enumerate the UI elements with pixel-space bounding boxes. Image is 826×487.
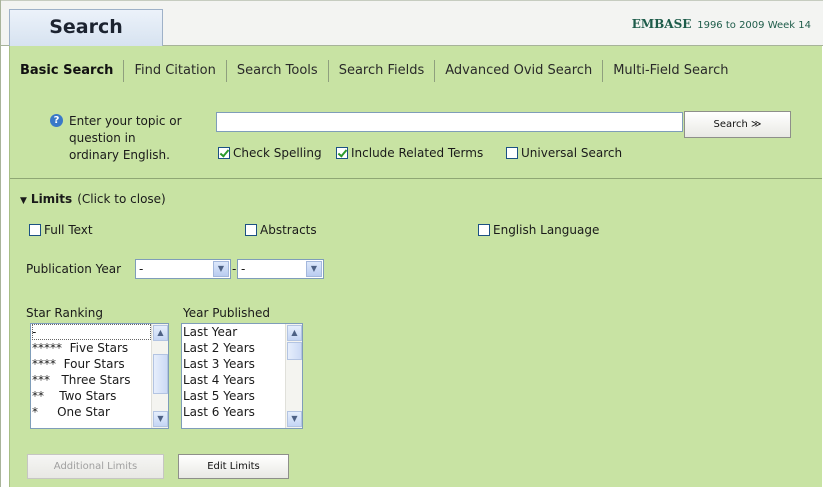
limits-heading: Limits	[30, 192, 73, 206]
year-range-separator: -	[232, 262, 237, 276]
tab-basic-search[interactable]: Basic Search	[10, 60, 123, 82]
list-item[interactable]: * One Star	[32, 404, 151, 420]
publication-year-to-select[interactable]: - ▼	[237, 259, 324, 279]
scroll-thumb[interactable]	[153, 354, 168, 394]
search-panel: Basic Search Find Citation Search Tools …	[9, 46, 822, 487]
english-language-checkbox[interactable]: English Language	[478, 223, 599, 237]
additional-limits-button[interactable]: Additional Limits	[27, 454, 164, 479]
chevron-down-icon[interactable]: ▼	[213, 261, 229, 277]
list-item[interactable]: ** Two Stars	[32, 388, 151, 404]
header-bar: Search EMBASE 1996 to 2009 Week 14	[1, 0, 823, 47]
checkbox-label: English Language	[493, 223, 600, 237]
checkbox-label: Abstracts	[260, 223, 317, 237]
page-title: Search	[9, 9, 163, 47]
include-related-terms-checkbox[interactable]: Include Related Terms	[336, 146, 483, 160]
search-prompt-line: Enter your topic or	[69, 114, 182, 128]
list-item[interactable]: ***** Five Stars	[32, 340, 151, 356]
list-item[interactable]: Last 5 Years	[183, 388, 285, 404]
checkbox-box[interactable]	[218, 147, 230, 159]
star-ranking-listbox[interactable]: - ***** Five Stars **** Four Stars *** T…	[30, 323, 169, 429]
chevron-up-icon[interactable]: ▲	[153, 325, 168, 341]
tab-find-citation[interactable]: Find Citation	[123, 60, 225, 82]
limits-toggle[interactable]: ▼ Limits (Click to close)	[20, 192, 166, 206]
list-item[interactable]: Last 3 Years	[183, 356, 285, 372]
scrollbar[interactable]: ▲ ▼	[285, 324, 302, 428]
triangle-down-icon: ▼	[20, 196, 27, 206]
chevron-up-icon[interactable]: ▲	[287, 325, 302, 341]
search-input[interactable]	[216, 112, 683, 132]
list-item[interactable]: *** Three Stars	[32, 372, 151, 388]
select-value: -	[241, 262, 246, 276]
search-prompt: Enter your topic or question in ordinary…	[69, 113, 219, 164]
tab-search-fields[interactable]: Search Fields	[327, 60, 435, 82]
list-item[interactable]: Last Year	[183, 324, 285, 340]
database-name: EMBASE	[631, 17, 692, 31]
listbox-options: Last Year Last 2 Years Last 3 Years Last…	[182, 324, 285, 420]
search-mode-tabs: Basic Search Find Citation Search Tools …	[10, 60, 738, 84]
list-item[interactable]: Last 2 Years	[183, 340, 285, 356]
limits-hint: (Click to close)	[77, 192, 166, 206]
year-published-listbox[interactable]: Last Year Last 2 Years Last 3 Years Last…	[181, 323, 303, 429]
check-spelling-checkbox[interactable]: Check Spelling	[218, 146, 322, 160]
checkbox-label: Check Spelling	[233, 146, 322, 160]
list-item[interactable]: Last 4 Years	[183, 372, 285, 388]
database-range: 1996 to 2009 Week 14	[697, 20, 811, 31]
tab-search-tools[interactable]: Search Tools	[225, 60, 328, 82]
scrollbar[interactable]: ▲ ▼	[151, 324, 168, 428]
list-item[interactable]: **** Four Stars	[32, 356, 151, 372]
tab-advanced-ovid-search[interactable]: Advanced Ovid Search	[434, 60, 602, 82]
list-item[interactable]: Last 6 Years	[183, 404, 285, 420]
checkbox-label: Full Text	[44, 223, 93, 237]
chevron-down-icon[interactable]: ▼	[306, 261, 322, 277]
listbox-options: - ***** Five Stars **** Four Stars *** T…	[31, 324, 151, 420]
checkbox-box[interactable]	[506, 147, 518, 159]
checkbox-box[interactable]	[478, 224, 490, 236]
chevron-down-icon[interactable]: ▼	[287, 411, 302, 427]
edit-limits-button[interactable]: Edit Limits	[178, 454, 289, 479]
checkbox-label: Universal Search	[521, 146, 623, 160]
scroll-thumb[interactable]	[287, 342, 302, 360]
database-indicator: EMBASE 1996 to 2009 Week 14	[632, 17, 811, 31]
tab-multi-field-search[interactable]: Multi-Field Search	[602, 60, 738, 82]
year-published-label: Year Published	[183, 306, 270, 320]
select-value: -	[139, 262, 144, 276]
checkbox-box[interactable]	[29, 224, 41, 236]
abstracts-checkbox[interactable]: Abstracts	[245, 223, 317, 237]
star-ranking-label: Star Ranking	[26, 306, 103, 320]
list-item[interactable]: -	[32, 324, 151, 340]
search-prompt-line: question in	[69, 131, 136, 145]
checkbox-box[interactable]	[245, 224, 257, 236]
section-divider	[10, 178, 822, 179]
checkbox-box[interactable]	[336, 147, 348, 159]
checkbox-label: Include Related Terms	[351, 146, 484, 160]
publication-year-from-select[interactable]: - ▼	[135, 259, 231, 279]
search-prompt-line: ordinary English.	[69, 148, 170, 162]
search-button[interactable]: Search ≫	[684, 111, 791, 138]
search-window: Search EMBASE 1996 to 2009 Week 14 Basic…	[0, 0, 823, 487]
universal-search-checkbox[interactable]: Universal Search	[506, 146, 622, 160]
publication-year-label: Publication Year	[26, 262, 122, 276]
help-icon[interactable]: ?	[50, 114, 63, 127]
full-text-checkbox[interactable]: Full Text	[29, 223, 93, 237]
chevron-down-icon[interactable]: ▼	[153, 411, 168, 427]
